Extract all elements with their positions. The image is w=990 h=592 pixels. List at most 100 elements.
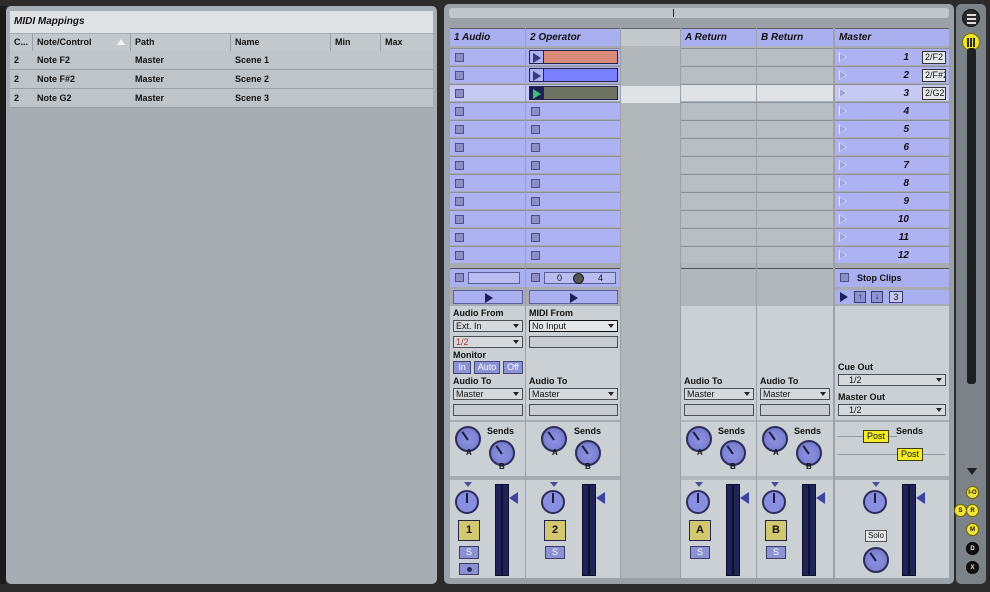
- clip-slot[interactable]: [757, 138, 833, 155]
- mixer-toggle-button[interactable]: M: [966, 523, 979, 536]
- clip-slot[interactable]: [681, 48, 756, 65]
- clip-stop-icon[interactable]: [531, 161, 540, 170]
- col-path[interactable]: Path: [131, 34, 231, 51]
- cue-out-dropdown[interactable]: 1/2: [838, 374, 946, 386]
- clip-stop-icon[interactable]: [455, 215, 464, 224]
- clip-slot[interactable]: [526, 138, 620, 155]
- col-name[interactable]: Name: [231, 34, 331, 51]
- clip-slot[interactable]: [450, 102, 525, 119]
- clip-stop-icon[interactable]: [531, 179, 540, 188]
- clip-slot[interactable]: [681, 102, 756, 119]
- clip-stop-icon[interactable]: [531, 215, 540, 224]
- scene-up-button[interactable]: ↑: [854, 291, 866, 303]
- clip-slot[interactable]: [526, 156, 620, 173]
- delay-toggle-button[interactable]: D: [966, 542, 979, 555]
- stop-clips-row[interactable]: Stop Clips: [835, 268, 949, 287]
- clip-slot[interactable]: [681, 210, 756, 227]
- clip-stop-icon[interactable]: [455, 125, 464, 134]
- clip-stop-icon[interactable]: [531, 143, 540, 152]
- clip-stop-icon[interactable]: [455, 107, 464, 116]
- clip[interactable]: [529, 86, 618, 100]
- vertical-scrollbar[interactable]: [967, 48, 976, 384]
- volume-fader-handle[interactable]: [596, 492, 605, 504]
- clip-slot[interactable]: [681, 66, 756, 83]
- scene-launch-icon[interactable]: [839, 178, 847, 188]
- clip-stop-icon[interactable]: [455, 53, 464, 62]
- clip-slot[interactable]: [450, 192, 525, 209]
- clip-slot[interactable]: [757, 210, 833, 227]
- output-channel-box[interactable]: [529, 404, 618, 416]
- master-out-dropdown[interactable]: 1/2: [838, 404, 946, 416]
- input-channel-dropdown[interactable]: 1/2: [453, 336, 523, 348]
- cell-min[interactable]: [331, 51, 381, 69]
- cell-min[interactable]: [331, 89, 381, 107]
- launch-scene-icon[interactable]: [840, 292, 848, 302]
- scene-row[interactable]: 9: [835, 192, 949, 209]
- clip-slot[interactable]: [450, 138, 525, 155]
- scene-launch-icon[interactable]: [839, 232, 847, 242]
- clip-slot[interactable]: [526, 246, 620, 263]
- clip-slot[interactable]: [526, 48, 620, 65]
- col-note-control[interactable]: Note/Control: [33, 34, 131, 51]
- clip-slot[interactable]: [757, 174, 833, 191]
- clip-stop-icon[interactable]: [455, 89, 464, 98]
- pan-knob[interactable]: [455, 490, 479, 514]
- clip-stop-icon[interactable]: [531, 107, 540, 116]
- scene-launch-icon[interactable]: [839, 70, 847, 80]
- clip-stop-icon[interactable]: [455, 161, 464, 170]
- clip-slot[interactable]: [526, 174, 620, 191]
- post-button-a[interactable]: Post: [863, 430, 889, 443]
- arm-record-button[interactable]: [459, 563, 479, 575]
- track-activator-button[interactable]: A: [689, 520, 711, 541]
- clip-slot[interactable]: [450, 48, 525, 65]
- col-max[interactable]: Max: [381, 34, 433, 51]
- scene-row[interactable]: 5: [835, 120, 949, 137]
- clip-stop-icon[interactable]: [531, 197, 540, 206]
- clip-slot[interactable]: [450, 246, 525, 263]
- clip-stop-icon[interactable]: [455, 251, 464, 260]
- clip-stop-icon[interactable]: [531, 251, 540, 260]
- solo-button[interactable]: S: [459, 546, 479, 559]
- clip-slot[interactable]: [450, 210, 525, 227]
- monitor-in-button[interactable]: In: [453, 361, 471, 374]
- col-min[interactable]: Min: [331, 34, 381, 51]
- clip[interactable]: [529, 68, 618, 82]
- table-row[interactable]: 2 Note G2 Master Scene 3: [10, 89, 433, 108]
- midi-from-dropdown[interactable]: No Input: [529, 320, 618, 332]
- solo-button[interactable]: S: [766, 546, 786, 559]
- clip-slot[interactable]: [757, 192, 833, 209]
- audio-to-dropdown[interactable]: Master: [529, 388, 618, 400]
- clip-stop-icon[interactable]: [531, 233, 540, 242]
- scroll-down-icon[interactable]: [967, 468, 977, 475]
- track-title[interactable]: 1 Audio: [450, 28, 525, 46]
- clip-slot[interactable]: [526, 66, 620, 83]
- clip-slot[interactable]: [681, 84, 756, 101]
- clip-slot[interactable]: [757, 66, 833, 83]
- track-activator-button[interactable]: 1: [458, 520, 480, 541]
- clip-slot[interactable]: [450, 228, 525, 245]
- cell-max[interactable]: [381, 70, 433, 88]
- io-toggle-button[interactable]: I-O: [966, 486, 979, 499]
- clip-slot[interactable]: [526, 102, 620, 119]
- clip-slot[interactable]: [526, 228, 620, 245]
- cell-max[interactable]: [381, 89, 433, 107]
- stop-button-icon[interactable]: [531, 273, 540, 282]
- clip-slot[interactable]: [681, 156, 756, 173]
- clip-slot[interactable]: [681, 246, 756, 263]
- clip-slot[interactable]: [450, 174, 525, 191]
- track-activator-button[interactable]: B: [765, 520, 787, 541]
- clip-slot[interactable]: [681, 228, 756, 245]
- track-activator-button[interactable]: 2: [544, 520, 566, 541]
- clip-launch-button[interactable]: [530, 87, 544, 99]
- clip-slot[interactable]: [526, 84, 620, 101]
- scene-down-button[interactable]: ↓: [871, 291, 883, 303]
- solo-button[interactable]: S: [545, 546, 565, 559]
- volume-fader-handle[interactable]: [916, 492, 925, 504]
- scene-row[interactable]: 7: [835, 156, 949, 173]
- clip-slot[interactable]: [681, 138, 756, 155]
- stop-button-icon[interactable]: [455, 273, 464, 282]
- col-channel[interactable]: C...: [10, 34, 33, 51]
- master-volume-knob[interactable]: [863, 490, 887, 514]
- scene-row[interactable]: 4: [835, 102, 949, 119]
- track-title[interactable]: 2 Operator: [526, 28, 620, 46]
